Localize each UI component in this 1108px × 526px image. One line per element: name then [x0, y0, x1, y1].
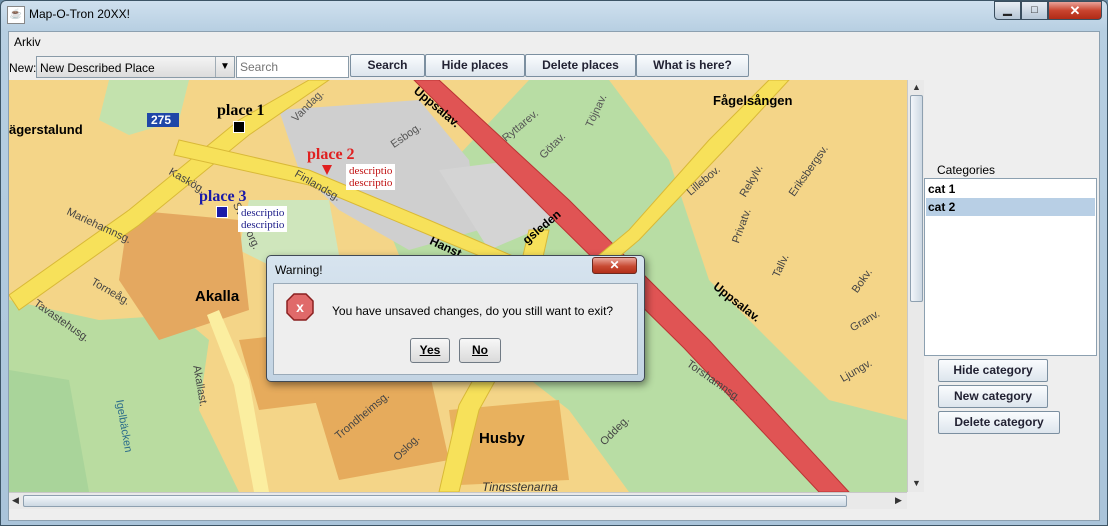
- java-icon: ☕: [7, 6, 25, 24]
- place-type-value: New Described Place: [40, 61, 155, 75]
- yes-button[interactable]: Yes: [410, 338, 450, 363]
- svg-text:x: x: [296, 299, 304, 315]
- scroll-up-icon[interactable]: ▲: [912, 82, 921, 92]
- dialog-title: Warning!: [275, 263, 323, 277]
- dialog-message: You have unsaved changes, do you still w…: [332, 304, 614, 318]
- no-label: No: [472, 343, 488, 357]
- dialog-body: x You have unsaved changes, do you still…: [273, 283, 638, 375]
- place-1-marker[interactable]: [233, 121, 245, 133]
- what-is-here-button[interactable]: What is here?: [636, 54, 749, 77]
- dialog-close-button[interactable]: ✕: [592, 257, 637, 274]
- hide-places-button[interactable]: Hide places: [425, 54, 525, 77]
- place-3-marker[interactable]: [216, 206, 228, 218]
- no-button[interactable]: No: [459, 338, 501, 363]
- description-line: descriptio: [241, 219, 285, 231]
- category-item[interactable]: cat 2: [926, 198, 1095, 216]
- scroll-left-icon[interactable]: ◀: [12, 495, 19, 506]
- toolbar: New: New Described Place ▼ Search Hide p…: [9, 54, 1099, 80]
- scroll-thumb[interactable]: [910, 95, 923, 302]
- map-horizontal-scrollbar[interactable]: ◀ ▶: [9, 492, 907, 509]
- description-line: descriptio: [241, 207, 285, 219]
- yes-label: Yes: [419, 343, 441, 357]
- scroll-right-icon[interactable]: ▶: [895, 495, 902, 506]
- menu-bar: Arkiv: [9, 32, 1099, 52]
- map-label: Fågelsången: [713, 93, 793, 108]
- description-line: descriptio: [349, 165, 393, 177]
- new-label: New:: [9, 61, 37, 75]
- search-button[interactable]: Search: [350, 54, 425, 77]
- maximize-button[interactable]: □: [1021, 1, 1048, 20]
- hide-category-button[interactable]: Hide category: [938, 359, 1048, 382]
- place-2-description: descriptio descriptio: [346, 164, 396, 190]
- menu-arkiv[interactable]: Arkiv: [14, 35, 41, 49]
- scroll-thumb[interactable]: [23, 495, 847, 507]
- window-title: Map-O-Tron 20XX!: [29, 7, 130, 21]
- search-input[interactable]: [236, 56, 349, 78]
- place-3-label[interactable]: place 3: [199, 188, 247, 206]
- map-vertical-scrollbar[interactable]: ▲ ▼: [907, 80, 924, 492]
- description-line: descriptio: [349, 177, 393, 189]
- categories-title: Categories: [937, 163, 996, 177]
- map-label: ägerstalund: [9, 122, 83, 137]
- delete-places-button[interactable]: Delete places: [525, 54, 636, 77]
- chevron-down-icon[interactable]: ▼: [215, 57, 234, 77]
- map-label: Husby: [479, 430, 525, 447]
- minimize-button[interactable]: ▁: [994, 1, 1021, 20]
- warning-dialog: Warning! ✕ x You have unsaved changes, d…: [266, 255, 645, 382]
- place-2-label[interactable]: place 2: [307, 146, 355, 164]
- new-category-button[interactable]: New category: [938, 385, 1048, 408]
- category-item[interactable]: cat 1: [926, 180, 1095, 198]
- place-3-description: descriptio descriptio: [238, 206, 288, 232]
- title-bar: ☕ Map-O-Tron 20XX! ▁ □ ✕: [1, 1, 1107, 27]
- delete-category-button[interactable]: Delete category: [938, 411, 1060, 434]
- close-button[interactable]: ✕: [1048, 1, 1102, 20]
- place-2-marker[interactable]: [322, 165, 332, 175]
- map-label: Tingsstenarna: [482, 480, 558, 492]
- map-label: 275: [151, 113, 172, 127]
- place-type-combo[interactable]: New Described Place ▼: [36, 56, 235, 78]
- map-label: Akalla: [195, 288, 240, 305]
- scroll-down-icon[interactable]: ▼: [912, 478, 921, 488]
- place-1-label[interactable]: place 1: [217, 102, 265, 120]
- error-icon: x: [286, 293, 314, 321]
- categories-list[interactable]: cat 1 cat 2: [924, 178, 1097, 356]
